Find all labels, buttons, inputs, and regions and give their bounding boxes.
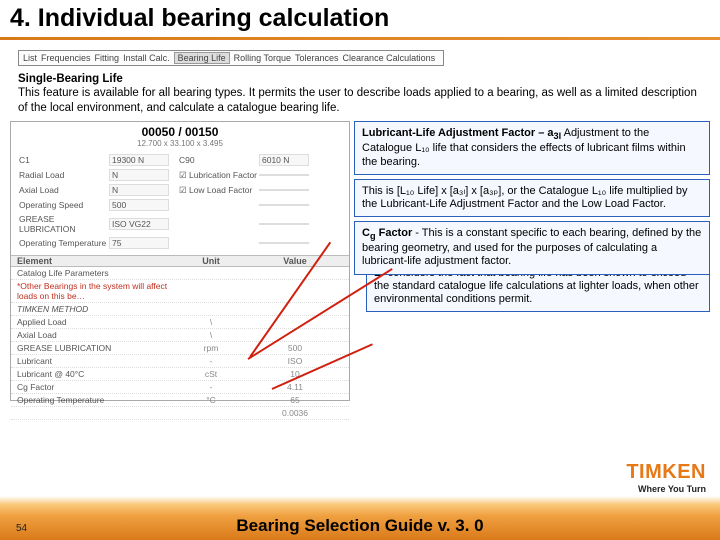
col-value: Value [241, 256, 349, 266]
callout-box: Lubricant-Life Adjustment Factor – a3l A… [354, 121, 710, 175]
table-row: Cg Factor-4.11 [11, 381, 349, 394]
brand-block: TIMKEN Where You Turn [626, 461, 706, 494]
tab-list[interactable]: List [23, 53, 37, 63]
shot-field-row: Operating Temperature75 [19, 237, 341, 249]
shot-field-row: Operating Speed500 [19, 199, 341, 211]
brand-name: TIMKEN [626, 461, 706, 484]
table-rows: Catalog Life Parameters*Other Bearings i… [11, 267, 349, 420]
shot-field-row: Axial LoadN☑ Low Load Factor [19, 184, 341, 196]
screenshot-panel: 00050 / 00150 12.700 x 33.100 x 3.495 C1… [10, 121, 350, 401]
footer-title: Bearing Selection Guide v. 3. 0 [236, 516, 483, 536]
tab-install-calc-[interactable]: Install Calc. [123, 53, 170, 63]
shot-fields: C119300 NC906010 N Radial LoadN☑ Lubricat… [11, 148, 349, 249]
slide-header: 4. Individual bearing calculation [0, 0, 720, 35]
shot-field-row: Radial LoadN☑ Lubrication Factor [19, 169, 341, 181]
table-row: Catalog Life Parameters [11, 267, 349, 280]
tab-rolling-torque[interactable]: Rolling Torque [234, 53, 291, 63]
col-element: Element [11, 256, 181, 266]
tab-fitting[interactable]: Fitting [95, 53, 120, 63]
table-row: 0.0036 [11, 407, 349, 420]
col-unit: Unit [181, 256, 241, 266]
desc-heading: Single-Bearing Life [18, 73, 123, 85]
tab-tolerances[interactable]: Tolerances [295, 53, 339, 63]
shot-title: 00050 / 00150 [11, 122, 349, 139]
callout-box: This is [L₁₀ Life] x [a₃ₗ] x [a₃ₚ], or t… [354, 179, 710, 217]
callout-box: Cg Factor - This is a constant specific … [354, 221, 710, 275]
shot-field-row: C119300 NC906010 N [19, 154, 341, 166]
tab-frequencies[interactable]: Frequencies [41, 53, 91, 63]
tab-bearing-life[interactable]: Bearing Life [174, 52, 230, 64]
table-row: GREASE LUBRICATIONrpm500 [11, 342, 349, 355]
brand-tagline: Where You Turn [626, 484, 706, 494]
callouts: Lubricant-Life Adjustment Factor – a3l A… [354, 121, 710, 401]
shot-subtitle: 12.700 x 33.100 x 3.495 [11, 139, 349, 148]
table-row: Lubricant @ 40°CcSt10 [11, 368, 349, 381]
description: Single-Bearing Life This feature is avai… [0, 72, 720, 121]
footer: 54 Bearing Selection Guide v. 3. 0 [0, 496, 720, 540]
shot-field-row: GREASE LUBRICATIONISO VG22 [19, 214, 341, 234]
tab-strip: List Frequencies FittingInstall Calc. Beari… [18, 50, 444, 66]
table-row: Lubricant-ISO [11, 355, 349, 368]
table-row: *Other Bearings in the system will affec… [11, 280, 349, 303]
header-rule [0, 37, 720, 40]
table-row: Operating Temperature°C65 [11, 394, 349, 407]
table-header: Element Unit Value [11, 255, 349, 267]
table-row: Axial Load\ [11, 329, 349, 342]
page-number: 54 [16, 523, 27, 534]
desc-body: This feature is available for all bearin… [18, 87, 697, 113]
tab-clearance-calculations[interactable]: Clearance Calculations [343, 53, 436, 63]
slide-title: 4. Individual bearing calculation [10, 4, 710, 33]
table-row: TIMKEN METHOD [11, 303, 349, 316]
